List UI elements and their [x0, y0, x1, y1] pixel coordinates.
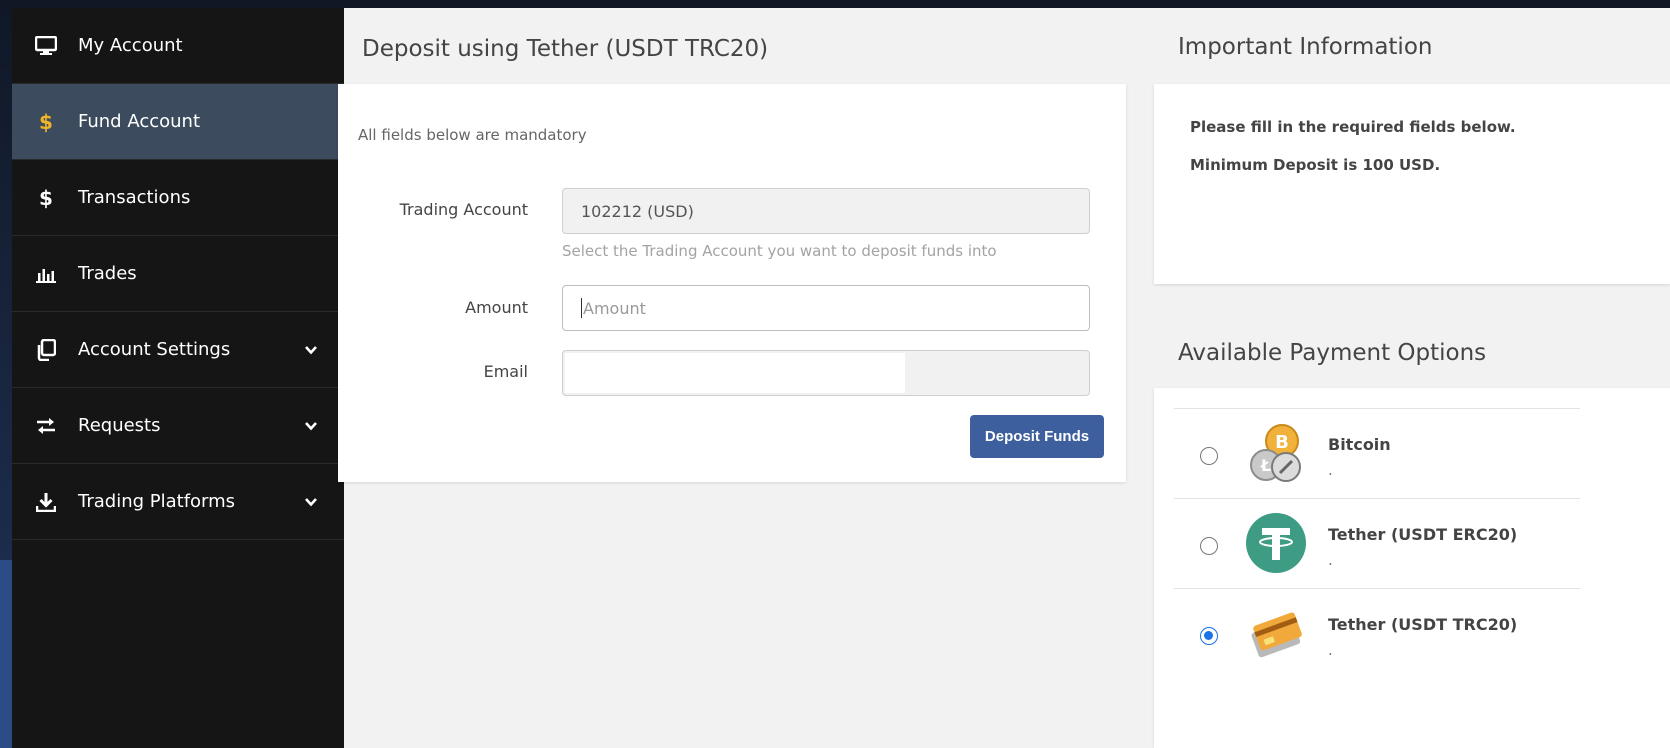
text-caret: [581, 298, 582, 318]
mandatory-note: All fields below are mandatory: [358, 126, 587, 144]
sidebar-item-label: Trades: [78, 263, 137, 284]
sidebar-item-requests[interactable]: Requests: [12, 388, 344, 464]
payment-options-card: B Ł Bitcoin . Tether (USDT ERC20) . Teth…: [1154, 388, 1670, 748]
deposit-funds-button[interactable]: Deposit Funds: [970, 415, 1104, 458]
trading-account-value: 102212 (USD): [581, 201, 694, 221]
main-content: Deposit using Tether (USDT TRC20) All fi…: [338, 8, 1670, 748]
payment-sub: .: [1328, 551, 1333, 569]
payment-sub: .: [1328, 461, 1333, 479]
payment-option-tether-trc20[interactable]: Tether (USDT TRC20) .: [1174, 588, 1580, 678]
chevron-down-icon: [305, 421, 317, 430]
background-edge: [0, 560, 12, 748]
chevron-down-icon: [305, 345, 317, 354]
sidebar-item-label: My Account: [78, 35, 183, 56]
sidebar-item-account-settings[interactable]: Account Settings: [12, 312, 344, 388]
amount-input[interactable]: Amount: [562, 285, 1090, 331]
deposit-form-card: All fields below are mandatory Trading A…: [338, 84, 1126, 482]
sidebar-item-my-account[interactable]: My Account: [12, 8, 344, 84]
dollar-icon: $: [39, 109, 53, 134]
payment-option-tether-erc20[interactable]: Tether (USDT ERC20) .: [1174, 498, 1580, 588]
deposit-title: Deposit using Tether (USDT TRC20): [362, 36, 769, 62]
payment-name: Tether (USDT ERC20): [1328, 525, 1518, 544]
payment-radio[interactable]: [1200, 537, 1218, 555]
download-icon: [34, 490, 58, 514]
payment-radio-selected[interactable]: [1200, 627, 1218, 645]
svg-text:Ł: Ł: [1260, 456, 1271, 475]
payment-sub: .: [1328, 641, 1333, 659]
payment-radio[interactable]: [1200, 447, 1218, 465]
trading-account-help: Select the Trading Account you want to d…: [562, 242, 997, 260]
info-line: Minimum Deposit is 100 USD.: [1190, 156, 1441, 174]
amount-label: Amount: [465, 298, 528, 317]
sidebar-item-label: Transactions: [78, 187, 191, 208]
dollar-icon: $: [39, 185, 53, 210]
sidebar-item-label: Requests: [78, 415, 161, 436]
email-label: Email: [483, 362, 528, 381]
info-line: Please fill in the required fields below…: [1190, 118, 1516, 136]
payment-options-title: Available Payment Options: [1178, 340, 1487, 366]
monitor-icon: [34, 34, 58, 58]
bar-chart-icon: [34, 262, 58, 286]
payment-name: Tether (USDT TRC20): [1328, 615, 1518, 634]
sidebar-item-trading-platforms[interactable]: Trading Platforms: [12, 464, 344, 540]
sidebar-item-label: Trading Platforms: [78, 491, 236, 512]
sidebar-item-fund-account[interactable]: $ Fund Account: [12, 84, 344, 160]
tether-icon: [1246, 513, 1306, 573]
sidebar-item-label: Account Settings: [78, 339, 231, 360]
trading-account-select[interactable]: 102212 (USD): [562, 188, 1090, 234]
copy-icon: [34, 338, 58, 362]
important-info-title: Important Information: [1178, 34, 1433, 60]
important-info-card: Please fill in the required fields below…: [1154, 84, 1670, 284]
chevron-down-icon: [305, 497, 317, 506]
amount-placeholder: Amount: [583, 298, 646, 318]
sidebar-item-label: Fund Account: [78, 111, 201, 132]
sidebar: My Account $ Fund Account $ Transactions…: [12, 8, 344, 748]
sidebar-item-transactions[interactable]: $ Transactions: [12, 160, 344, 236]
email-redaction: [565, 353, 905, 393]
svg-text:B: B: [1275, 432, 1289, 453]
bitcoin-coins-icon: B Ł: [1250, 424, 1301, 482]
exchange-icon: [34, 414, 58, 438]
trading-account-label: Trading Account: [399, 200, 528, 219]
payment-option-bitcoin[interactable]: B Ł Bitcoin .: [1174, 408, 1580, 498]
email-field[interactable]: [562, 350, 1090, 396]
sidebar-item-trades[interactable]: Trades: [12, 236, 344, 312]
credit-card-icon: [1251, 612, 1302, 658]
payment-name: Bitcoin: [1328, 435, 1391, 454]
